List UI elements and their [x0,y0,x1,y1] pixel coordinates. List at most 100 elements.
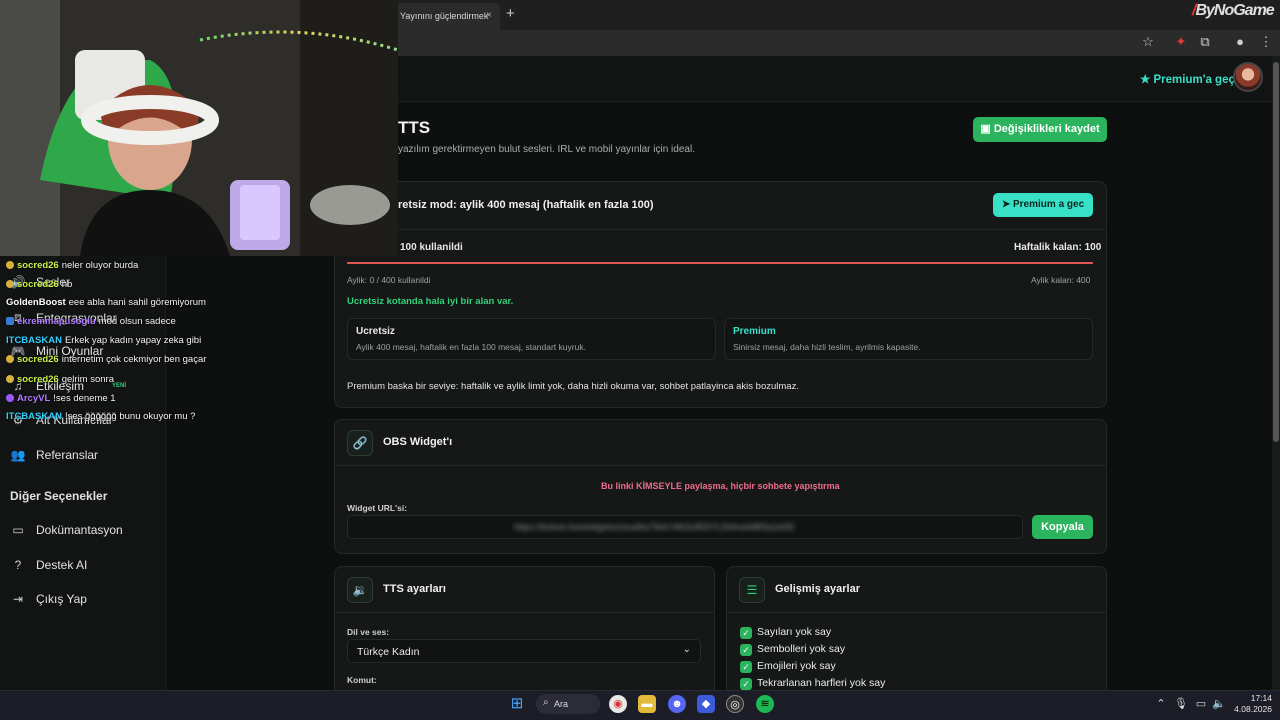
quota-status: Ucretsiz kotanda hala iyi bir alan var. [347,296,514,307]
microphone-icon[interactable]: 🎙 [1172,695,1190,713]
voice-label: Dil ve ses: [347,627,390,637]
badge-icon [6,375,14,384]
chevron-up-icon[interactable]: ⌃ [1152,695,1170,713]
checkbox-ignore-emojis[interactable]: ✓ [740,661,752,673]
rocket-icon: ➤ [1001,199,1013,210]
weekly-used: 100 kullanildi [400,242,463,253]
voice-select-value: Türkçe Kadın [357,646,420,658]
monthly-left: Aylik kalan: 400 [1031,275,1091,285]
link-icon: 🔗 [347,430,373,456]
taskbar-search[interactable]: ⌕ Ara [536,694,600,714]
sliders-icon: ☰ [739,577,765,603]
volume-tray-icon[interactable]: 🔈 [1210,695,1228,713]
menu-kebab-icon[interactable]: ⋮ [1258,34,1274,50]
widget-url-value: https://bolme.live/widgets/cloudtts/?kid… [514,522,795,532]
premium-button[interactable]: ➤ Premium a gec [993,193,1093,217]
close-tab-icon[interactable]: × [486,10,492,21]
monthly-used: Aylik: 0 / 400 kullanildi [347,275,431,285]
divider [335,465,1106,466]
checkbox-ignore-repeated[interactable]: ✓ [740,678,752,690]
option-label: Emojileri yok say [757,660,836,672]
plan-free-title: Ucretsiz [356,326,395,337]
sidebar-item-dokumantasyon[interactable]: ▭ Dokümantasyon [10,523,122,537]
doc-icon: ▭ [12,523,24,537]
badge-icon [6,261,14,270]
voice-select[interactable]: Türkçe Kadın ⌄ [347,639,701,663]
divider [335,612,714,613]
webcam-feed-image [0,0,398,256]
save-changes-button[interactable]: ▣ Değişiklikleri kaydet [973,117,1107,142]
webcam-overlay [0,0,398,256]
page-title: TTS [398,118,431,137]
command-label: Komut: [347,675,377,685]
plan-premium-desc: Sinirsiz mesaj, daha hizli teslim, ayril… [733,342,921,352]
badge-icon [6,280,14,289]
obs-widget-title: OBS Widget'ı [383,436,453,448]
logout-icon: ⇥ [12,592,24,606]
browser-tab[interactable]: Yayınını güçlendirmek × [392,3,500,30]
badge-icon [6,394,14,403]
quota-footer: Premium baska bir seviye: haftalik ve ay… [347,381,799,392]
people-icon: 👥 [10,448,26,462]
divider [727,612,1106,613]
weekly-progress-fill [347,262,1093,264]
tab-title: Yayınını güçlendirmek [400,11,489,21]
chat-message: socred26 gelrim sonra [6,374,114,385]
page-scrollbar[interactable] [1272,56,1280,690]
chat-message: socred26 internetim çok cekmiyor ben gaça… [6,354,206,365]
network-icon[interactable]: ▭ [1192,695,1210,713]
spotify-icon[interactable]: ≋ [756,695,774,713]
widget-warning: Bu linki KİMSEYLE paylaşma, hiçbir sohbe… [601,481,840,491]
option-label: Sayıları yok say [757,626,832,638]
speaker-icon: 🔉 [347,577,373,603]
chevron-down-icon: ⌄ [682,644,691,655]
advanced-settings-title: Gelişmiş ayarlar [775,583,861,595]
app-icon[interactable]: ◆ [697,695,715,713]
weekly-left: Haftalik kalan: 100 [1014,242,1102,253]
new-tab-button[interactable]: + [506,5,515,22]
star-icon: ★ [1140,74,1154,86]
chat-message: ArcyVL !ses deneme 1 [6,393,116,404]
bookmark-star-icon[interactable]: ☆ [1140,34,1156,50]
option-label: Sembolleri yok say [757,643,846,655]
sidebar-item-cikis-yap[interactable]: ⇥ Çıkış Yap [10,592,87,606]
scrollbar-thumb[interactable] [1273,62,1279,442]
plan-premium-box [724,318,1093,360]
checkbox-ignore-numbers[interactable]: ✓ [740,627,752,639]
chrome-icon[interactable]: ◉ [609,695,627,713]
brand-logo: /ByNoGame [1192,2,1275,19]
folder-icon[interactable]: ▬ [638,695,656,713]
avatar[interactable] [1233,62,1263,92]
weekly-progress-track [347,262,1093,264]
sidebar-item-destek-ai[interactable]: ? Destek AI [10,558,88,572]
help-icon: ? [14,558,22,572]
checkbox-ignore-symbols[interactable]: ✓ [740,644,752,656]
quota-mode-title: retsiz mod: aylik 400 mesaj (haftalik en… [398,199,654,211]
badge-icon [6,355,14,364]
chat-message: ekremmapusoglu mod olsun sadece [6,316,176,327]
chat-message: ITCBASKAN Erkek yap kadın yapay zeka gibi [6,335,202,346]
page-subtitle: yazılım gerektirmeyen bulut sesleri. IRL… [398,144,695,155]
plan-premium-title: Premium [733,326,776,337]
widget-url-label: Widget URL'si: [347,503,408,513]
save-icon: ▣ [980,123,994,135]
taskbar-clock[interactable]: 17:14 4.08.2026 [1230,693,1272,715]
quota-card [334,181,1107,408]
tts-settings-title: TTS ayarları [383,583,446,595]
divider [335,229,1106,230]
obs-icon[interactable]: ◎ [726,695,744,713]
chat-message: socred26 neler oluyor burda [6,260,138,271]
extensions-puzzle-icon[interactable]: ⧉ [1197,34,1213,50]
profile-icon[interactable]: ● [1232,34,1248,50]
option-label: Tekrarlanan harfleri yok say [757,677,886,689]
chat-message: GoldenBoost eee abla hani sahil göremiyor… [6,297,206,308]
copy-button[interactable]: Kopyala [1032,515,1093,539]
windows-start-icon[interactable]: ⊞ [508,695,526,713]
discord-icon[interactable]: ☻ [668,695,686,713]
chat-message: ITCBASKAN !ses ğğğğğğ bunu okuyor mu ? [6,411,196,422]
widget-url-field[interactable]: https://bolme.live/widgets/cloudtts/?kid… [347,515,1023,539]
badge-icon [6,317,14,326]
premium-upgrade-link[interactable]: ★ Premium'a geç [1140,72,1235,86]
extension-icon[interactable]: ✦ [1173,34,1189,50]
sidebar-item-referanslar[interactable]: 👥 Referanslar [10,448,99,462]
